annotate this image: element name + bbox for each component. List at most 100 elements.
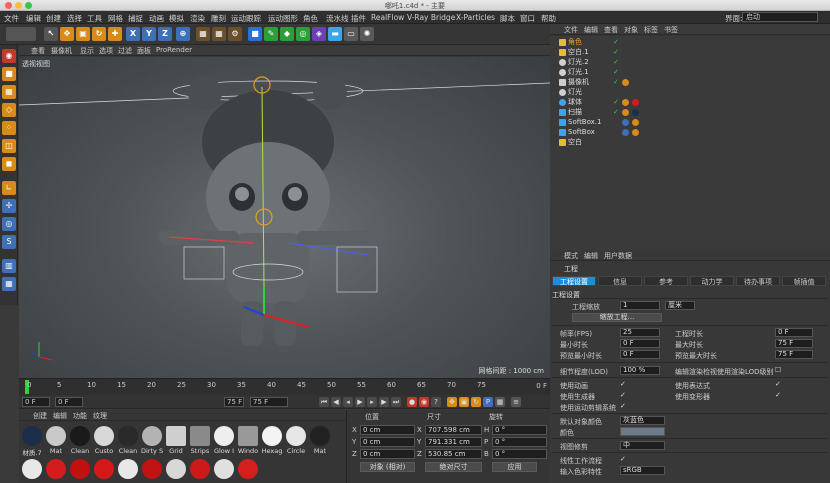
- scale-tool-icon[interactable]: ▣: [76, 27, 90, 41]
- material-tag-icon[interactable]: [632, 109, 639, 116]
- preview-min-field[interactable]: 0 F: [620, 350, 660, 359]
- y-axis-icon[interactable]: Y: [142, 27, 156, 41]
- go-to-end-icon[interactable]: ⏭: [391, 397, 401, 407]
- move-tool-icon[interactable]: ✥: [60, 27, 74, 41]
- material-swatch[interactable]: Clean: [117, 426, 139, 455]
- deformer-icon[interactable]: ◈: [312, 27, 326, 41]
- material-menu-function[interactable]: 功能: [73, 411, 87, 421]
- axis-mode-icon[interactable]: ∟: [2, 181, 16, 195]
- camera-tag-icon[interactable]: [622, 79, 629, 86]
- play-icon[interactable]: ▶: [355, 397, 365, 407]
- project-scale-unit-select[interactable]: 厘米: [665, 301, 695, 310]
- material-tag-icon[interactable]: [622, 109, 629, 116]
- enabled-check-icon[interactable]: ✓: [613, 68, 619, 77]
- menu-render[interactable]: 渲染: [190, 13, 205, 24]
- rotation-b-field[interactable]: 0 °: [492, 449, 547, 459]
- render-tag-icon[interactable]: [622, 119, 629, 126]
- timeline-ruler[interactable]: 0 5 10 15 20 25 30 35 40 45 50 55 60 65 …: [19, 379, 550, 395]
- texture-mode-icon[interactable]: ▦: [2, 85, 16, 99]
- points-mode-icon[interactable]: ⁘: [2, 121, 16, 135]
- material-tag-icon[interactable]: [632, 99, 639, 106]
- end-frame-field[interactable]: 75 F: [250, 397, 288, 407]
- go-to-start-icon[interactable]: ⏮: [319, 397, 329, 407]
- soft-selection-icon[interactable]: ◎: [2, 217, 16, 231]
- viewport-menu-camera[interactable]: 摄像机: [51, 46, 72, 56]
- rotation-h-field[interactable]: 0 °: [492, 425, 547, 435]
- min-time-field[interactable]: 0 F: [620, 339, 660, 348]
- tab-todo[interactable]: 待办事项: [736, 276, 780, 286]
- key-pla-icon[interactable]: ▦: [495, 397, 505, 407]
- rotation-p-field[interactable]: 0 °: [492, 437, 547, 447]
- om-menu-file[interactable]: 文件: [564, 25, 578, 35]
- menu-simulate[interactable]: 模拟: [169, 13, 184, 24]
- object-row[interactable]: 灯光: [550, 88, 830, 97]
- recent-tool-icon[interactable]: ✚: [108, 27, 122, 41]
- enabled-check-icon[interactable]: ✓: [613, 98, 619, 107]
- grid-icon[interactable]: ▦: [2, 277, 16, 291]
- material-swatch[interactable]: Custo: [93, 426, 115, 455]
- om-menu-edit[interactable]: 编辑: [584, 25, 598, 35]
- render-view-icon[interactable]: ▦: [196, 27, 210, 41]
- viewport-menu-prorender[interactable]: ProRender: [156, 46, 192, 54]
- enabled-check-icon[interactable]: ✓: [613, 78, 619, 87]
- lock-workplane-icon[interactable]: ▥: [2, 259, 16, 273]
- om-menu-object[interactable]: 对象: [624, 25, 638, 35]
- material-swatch[interactable]: [45, 459, 67, 479]
- object-row[interactable]: SoftBox: [550, 128, 830, 137]
- preview-max-field[interactable]: 75 F: [775, 350, 813, 359]
- material-tag-icon[interactable]: [622, 99, 629, 106]
- workplane-icon[interactable]: ◇: [2, 103, 16, 117]
- menu-motion-tracker[interactable]: 运动跟踪: [231, 13, 261, 24]
- menu-mesh[interactable]: 网格: [108, 13, 123, 24]
- floor-icon[interactable]: ▬: [328, 27, 342, 41]
- size-z-field[interactable]: 530.85 cm: [425, 449, 482, 459]
- menu-help[interactable]: 帮助: [541, 13, 556, 24]
- perspective-viewport[interactable]: 透视视图 网格间距 : 1000 cm: [19, 57, 550, 379]
- material-swatch[interactable]: [93, 459, 115, 479]
- material-swatch[interactable]: [141, 459, 163, 479]
- object-row[interactable]: 空白.1 ✓: [550, 48, 830, 57]
- menu-vray-bridge[interactable]: V-Ray Bridge: [407, 13, 455, 22]
- size-mode-select[interactable]: 绝对尺寸: [425, 462, 482, 472]
- keyframe-selection-icon[interactable]: ?: [431, 397, 441, 407]
- select-arrow-icon[interactable]: ↖: [44, 27, 58, 41]
- render-tag-icon[interactable]: [622, 129, 629, 136]
- max-time-field[interactable]: 75 F: [775, 339, 813, 348]
- menu-edit[interactable]: 编辑: [26, 13, 41, 24]
- material-swatch[interactable]: [237, 459, 259, 479]
- material-swatch[interactable]: Mat: [309, 426, 331, 455]
- next-frame-icon[interactable]: ▸: [367, 397, 377, 407]
- material-swatch[interactable]: [189, 459, 211, 479]
- material-swatch[interactable]: [213, 459, 235, 479]
- array-icon[interactable]: ◎: [296, 27, 310, 41]
- material-menu-create[interactable]: 创建: [33, 411, 47, 421]
- position-y-field[interactable]: 0 cm: [360, 437, 415, 447]
- material-swatch[interactable]: Clean: [69, 426, 91, 455]
- auto-key-icon[interactable]: ◉: [419, 397, 429, 407]
- render-picture-viewer-icon[interactable]: ▦: [212, 27, 226, 41]
- object-row[interactable]: 灯光.2 ✓: [550, 58, 830, 67]
- viewport-menu-display[interactable]: 显示: [80, 46, 94, 56]
- object-row[interactable]: 灯光.1 ✓: [550, 68, 830, 77]
- material-swatch[interactable]: Dirty S: [141, 426, 163, 455]
- menu-file[interactable]: 文件: [4, 13, 19, 24]
- edges-mode-icon[interactable]: ◫: [2, 139, 16, 153]
- viewport-menu-filter[interactable]: 过滤: [118, 46, 132, 56]
- size-y-field[interactable]: 791.331 cm: [425, 437, 482, 447]
- cube-icon[interactable]: ■: [248, 27, 262, 41]
- menu-sculpt[interactable]: 雕刻: [211, 13, 226, 24]
- apply-button[interactable]: 应用: [492, 462, 537, 472]
- pen-spline-icon[interactable]: ✎: [264, 27, 278, 41]
- tweak-mode-icon[interactable]: ✢: [2, 199, 16, 213]
- material-swatch[interactable]: Glow I: [213, 426, 235, 455]
- enabled-check-icon[interactable]: ✓: [613, 108, 619, 117]
- menu-script[interactable]: 脚本: [500, 13, 515, 24]
- x-axis-icon[interactable]: X: [126, 27, 140, 41]
- tab-reference[interactable]: 参考: [644, 276, 688, 286]
- project-time-field[interactable]: 0 F: [775, 328, 813, 337]
- object-row[interactable]: 摄像机 ✓: [550, 78, 830, 87]
- material-swatch[interactable]: [117, 459, 139, 479]
- tab-project-settings[interactable]: 工程设置: [552, 276, 596, 286]
- om-menu-view[interactable]: 查看: [604, 25, 618, 35]
- material-swatch[interactable]: Strips: [189, 426, 211, 455]
